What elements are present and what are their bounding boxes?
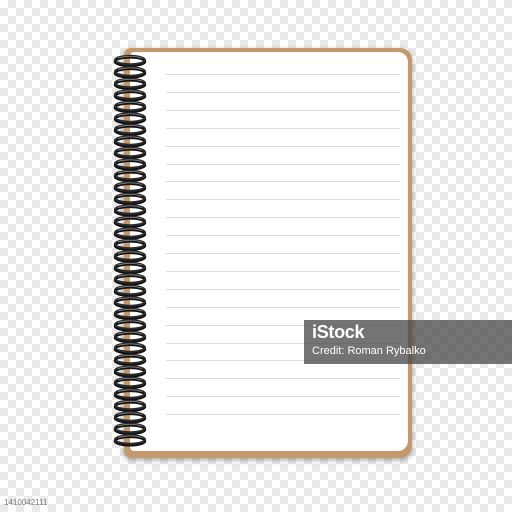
spiral-ring (113, 319, 147, 332)
image-id: 1410042111 (4, 498, 48, 507)
spiral-ring (113, 399, 147, 412)
ruled-line (166, 270, 400, 272)
ruled-line (166, 109, 400, 111)
ruled-line (166, 145, 400, 147)
ruled-line (166, 253, 400, 254)
spiral-ring (113, 66, 147, 79)
ruled-line (166, 74, 400, 75)
ruled-line (166, 217, 400, 219)
spiral-ring (113, 169, 147, 183)
ruled-line (166, 288, 400, 290)
spiral-ring (113, 296, 147, 309)
spiral-ring (113, 100, 147, 113)
spiral-ring (113, 215, 147, 229)
ruled-line (166, 396, 400, 398)
watermark-brand: iStock (312, 322, 365, 342)
spiral-ring (113, 411, 147, 424)
spiral-ring (113, 181, 147, 194)
watermark-credit: Credit: Roman Rybalko (312, 345, 426, 357)
spiral-ring (113, 330, 147, 343)
spiral-ring (113, 123, 147, 137)
ruled-line (166, 91, 400, 93)
spiral-ring (113, 135, 147, 148)
spiral-ring (113, 54, 147, 67)
spiral-binding (113, 54, 147, 447)
spiral-ring (113, 146, 147, 160)
spiral-ring (113, 284, 147, 298)
spiral-ring (113, 353, 147, 366)
spiral-ring (113, 112, 147, 125)
spiral-ring (113, 158, 147, 171)
watermark: iStock Credit: Roman Rybalko (304, 320, 512, 364)
notebook-page (130, 52, 408, 451)
spiral-ring (113, 89, 147, 102)
ruled-line (166, 235, 400, 237)
spiral-ring (113, 307, 147, 320)
ruled-line (166, 306, 400, 308)
spiral-ring (113, 238, 147, 252)
spiral-ring (113, 273, 147, 286)
spiral-ring (113, 250, 147, 263)
spiral-ring (113, 204, 147, 217)
spiral-ring (113, 434, 147, 447)
ruled-line (166, 199, 400, 201)
spiral-ring (113, 192, 147, 206)
spiral-ring (113, 227, 147, 240)
ruled-line (166, 181, 400, 183)
ruled-line (166, 163, 400, 165)
ruled-line (166, 378, 400, 380)
spiral-ring (113, 261, 147, 275)
ruled-lines (166, 52, 400, 451)
spiral-ring (113, 388, 147, 401)
spiral-ring (113, 365, 147, 378)
ruled-line (166, 414, 400, 416)
spiral-ring (113, 77, 147, 90)
spiral-ring (113, 342, 147, 355)
ruled-line (166, 127, 400, 129)
spiral-notebook (113, 48, 412, 458)
spiral-ring (113, 422, 147, 435)
spiral-ring (113, 376, 147, 389)
